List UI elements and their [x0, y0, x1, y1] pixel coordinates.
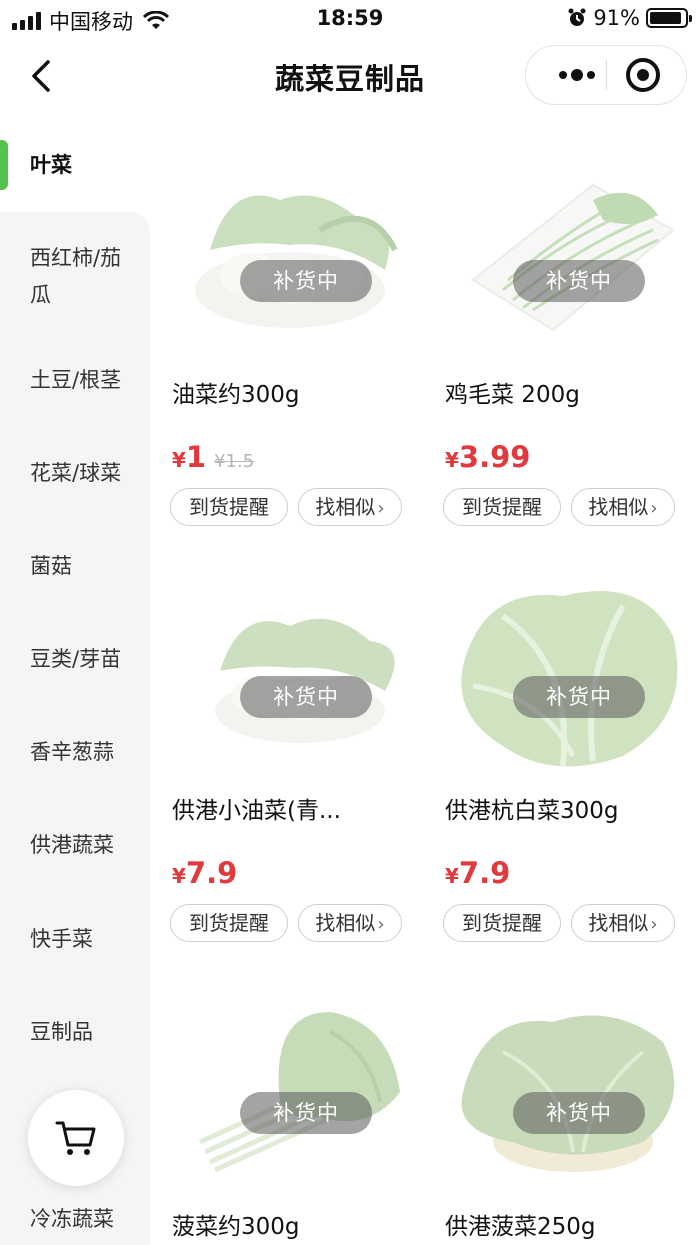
target-icon[interactable] — [626, 58, 660, 92]
sidebar-item-hk-supply[interactable]: 供港蔬菜 — [30, 827, 138, 864]
currency-symbol: ¥ — [445, 448, 459, 472]
currency-symbol: ¥ — [172, 448, 186, 472]
find-similar-label: 找相似 — [315, 911, 376, 935]
sidebar-item-frozen[interactable]: 冷冻蔬菜 — [30, 1201, 138, 1238]
restock-badge: 补货中 — [240, 676, 372, 718]
price-value: 3.99 — [458, 440, 531, 474]
find-similar-label: 找相似 — [588, 911, 649, 935]
sidebar-item-cauliflower[interactable]: 花菜/球菜 — [30, 455, 138, 492]
active-indicator — [0, 140, 8, 190]
capsule-divider — [606, 60, 607, 90]
chevron-right-icon: › — [377, 914, 385, 935]
find-similar-label: 找相似 — [315, 495, 376, 519]
nav-bar: 蔬菜豆制品 — [0, 40, 700, 112]
product-name: 供港杭白菜300g — [445, 798, 619, 824]
battery-percent: 91% — [593, 6, 640, 30]
more-dots-icon[interactable] — [548, 46, 606, 104]
find-similar-label: 找相似 — [588, 495, 649, 519]
chevron-right-icon: › — [377, 498, 385, 519]
product-price: ¥7.9 — [172, 856, 237, 890]
product-name: 鸡毛菜 200g — [445, 382, 580, 408]
price-value: 1 — [185, 440, 207, 474]
status-bar: 中国移动 18:59 91% — [0, 0, 700, 40]
product-name: 供港小油菜(青... — [172, 798, 341, 824]
product-name: 菠菜约300g — [172, 1214, 300, 1240]
product-price: ¥7.9 — [445, 856, 510, 890]
product-name: 油菜约300g — [172, 382, 300, 408]
restock-reminder-button[interactable]: 到货提醒 — [443, 904, 561, 942]
sidebar-item-leafy[interactable]: 叶菜 — [30, 147, 138, 184]
restock-reminder-button[interactable]: 到货提醒 — [443, 488, 561, 526]
restock-badge: 补货中 — [240, 1092, 372, 1134]
find-similar-button[interactable]: 找相似 › — [298, 488, 402, 526]
restock-reminder-button[interactable]: 到货提醒 — [170, 904, 288, 942]
chevron-right-icon: › — [650, 498, 658, 519]
sidebar-item-potato[interactable]: 土豆/根茎 — [30, 362, 138, 399]
sidebar-item-beans[interactable]: 豆类/芽苗 — [30, 641, 138, 678]
sidebar-item-mushroom[interactable]: 菌菇 — [30, 548, 138, 585]
category-sidebar: 叶菜 西红柿/茄瓜 土豆/根茎 花菜/球菜 菌菇 豆类/芽苗 香辛葱蒜 供港蔬菜… — [0, 118, 150, 1245]
original-price: ¥1.5 — [214, 451, 255, 472]
alarm-icon — [568, 8, 586, 26]
price-value: 7.9 — [458, 856, 511, 890]
product-name: 供港菠菜250g — [445, 1214, 596, 1240]
sidebar-item-tomato[interactable]: 西红柿/茄瓜 — [30, 240, 138, 314]
sidebar-item-tofu[interactable]: 豆制品 — [30, 1014, 138, 1051]
restock-badge: 补货中 — [513, 676, 645, 718]
cart-icon — [55, 1121, 96, 1155]
sidebar-item-spices[interactable]: 香辛葱蒜 — [30, 734, 138, 771]
find-similar-button[interactable]: 找相似 › — [571, 904, 675, 942]
product-price: ¥3.99 — [445, 440, 530, 474]
product-price: ¥1 ¥1.5 — [172, 440, 254, 474]
chevron-right-icon: › — [650, 914, 658, 935]
restock-badge: 补货中 — [513, 1092, 645, 1134]
mini-program-capsule — [525, 45, 687, 105]
find-similar-button[interactable]: 找相似 › — [571, 488, 675, 526]
battery-icon — [646, 8, 692, 28]
price-value: 7.9 — [185, 856, 238, 890]
sidebar-item-quick[interactable]: 快手菜 — [30, 921, 138, 958]
restock-badge: 补货中 — [513, 260, 645, 302]
restock-badge: 补货中 — [240, 260, 372, 302]
currency-symbol: ¥ — [445, 864, 459, 888]
cart-button[interactable] — [28, 1090, 124, 1186]
find-similar-button[interactable]: 找相似 › — [298, 904, 402, 942]
restock-reminder-button[interactable]: 到货提醒 — [170, 488, 288, 526]
currency-symbol: ¥ — [172, 864, 186, 888]
